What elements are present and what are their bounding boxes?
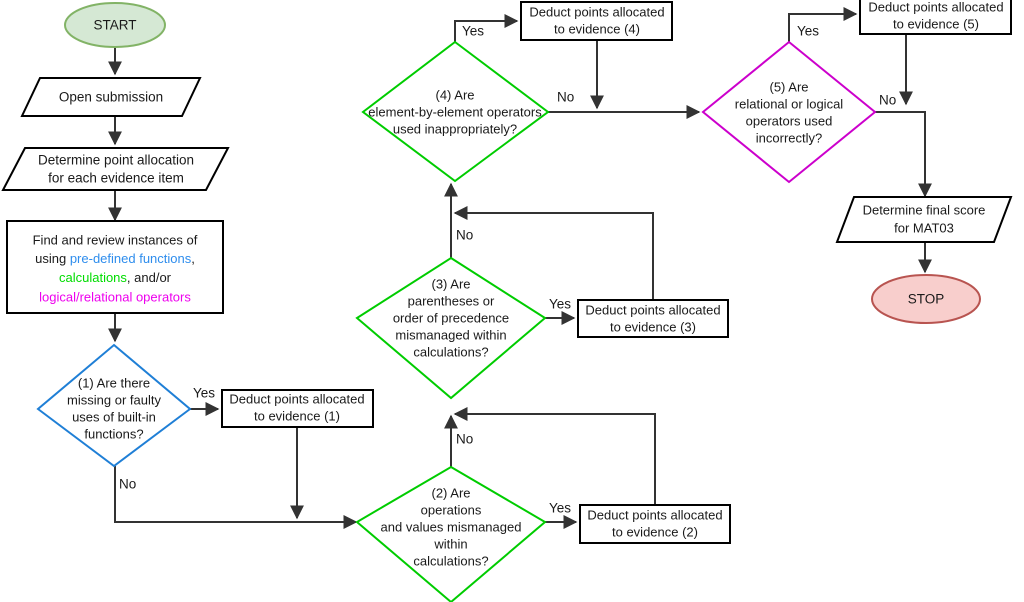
start-label: START xyxy=(93,18,136,33)
label-decision4-yes: Yes xyxy=(462,24,484,39)
decision-5-line4: incorrectly? xyxy=(756,130,822,145)
node-start[interactable]: START xyxy=(64,2,166,48)
node-decision-4[interactable]: (4) Are element-by-element operators use… xyxy=(361,40,550,183)
deduct-4-line2: to evidence (4) xyxy=(554,21,640,36)
deduct-5-line2: to evidence (5) xyxy=(893,16,979,31)
decision-3-line3: order of precedence xyxy=(393,310,509,325)
find-review-line3: calculations, and/or xyxy=(59,270,172,285)
deduct-5-line1: Deduct points allocated xyxy=(868,0,1003,14)
decision-5-line3: operators used xyxy=(746,113,833,128)
label-decision3-yes: Yes xyxy=(549,297,571,312)
decision-4-line1: (4) Are xyxy=(435,87,474,102)
find-review-line2-tail: , xyxy=(191,251,195,266)
deduct-2-line2: to evidence (2) xyxy=(612,524,698,539)
node-deduct-4[interactable]: Deduct points allocated to evidence (4) xyxy=(520,1,673,41)
find-review-keyword-operators: logical/relational operators xyxy=(39,289,191,304)
node-deduct-1[interactable]: Deduct points allocated to evidence (1) xyxy=(221,389,374,428)
node-deduct-3[interactable]: Deduct points allocated to evidence (3) xyxy=(577,299,729,338)
stop-label: STOP xyxy=(908,292,945,307)
node-open-submission[interactable]: Open submission xyxy=(20,77,202,117)
edge-decision1-no-to-decision2 xyxy=(114,466,358,529)
find-review-line1: Find and review instances of xyxy=(33,232,198,247)
decision-1-line1: (1) Are there xyxy=(78,375,150,390)
flowchart-canvas: START Open submission Determine point al… xyxy=(0,0,1024,602)
decision-1-line4: functions? xyxy=(84,426,143,441)
find-review-line2: using pre-defined functions, xyxy=(35,251,195,266)
node-decision-5[interactable]: (5) Are relational or logical operators … xyxy=(701,40,877,184)
decision-4-line2: element-by-element operators xyxy=(368,104,542,119)
decision-2-line2: operations xyxy=(421,502,482,517)
decision-3-line1: (3) Are xyxy=(431,276,470,291)
determine-points-line2: for each evidence item xyxy=(48,171,184,186)
flowchart-svg: START Open submission Determine point al… xyxy=(1,0,1013,602)
label-decision2-no: No xyxy=(456,432,473,447)
node-find-review[interactable]: Find and review instances of using pre-d… xyxy=(6,220,224,314)
node-decision-3[interactable]: (3) Are parentheses or order of preceden… xyxy=(355,256,547,400)
open-submission-label: Open submission xyxy=(59,90,163,105)
label-decision2-yes: Yes xyxy=(549,501,571,516)
decision-2-line5: calculations? xyxy=(413,553,488,568)
deduct-3-line2: to evidence (3) xyxy=(610,319,696,334)
find-review-line3-tail: , and/or xyxy=(127,270,172,285)
node-decision-1[interactable]: (1) Are there missing or faulty uses of … xyxy=(36,343,192,468)
node-deduct-2[interactable]: Deduct points allocated to evidence (2) xyxy=(579,504,731,544)
deduct-3-line1: Deduct points allocated xyxy=(585,302,720,317)
label-decision5-no: No xyxy=(879,93,896,108)
deduct-4-line1: Deduct points allocated xyxy=(529,4,664,19)
find-review-keyword-calculations: calculations xyxy=(59,270,127,285)
final-score-line2: for MAT03 xyxy=(894,220,954,235)
decision-2-line1: (2) Are xyxy=(431,485,470,500)
decision-5-line2: relational or logical xyxy=(735,96,844,111)
node-determine-points[interactable]: Determine point allocation for each evid… xyxy=(1,147,230,191)
node-deduct-5[interactable]: Deduct points allocated to evidence (5) xyxy=(859,0,1012,35)
node-stop[interactable]: STOP xyxy=(871,274,981,324)
decision-5-line1: (5) Are xyxy=(769,79,808,94)
decision-2-line4: within xyxy=(433,536,467,551)
decision-2-line3: and values mismanaged xyxy=(381,519,522,534)
node-decision-2[interactable]: (2) Are operations and values mismanaged… xyxy=(355,465,547,602)
label-decision4-no: No xyxy=(557,90,574,105)
node-final-score[interactable]: Determine final score for MAT03 xyxy=(835,196,1013,243)
decision-3-line2: parentheses or xyxy=(408,293,495,308)
label-decision1-yes: Yes xyxy=(193,386,215,401)
decision-5-diamond xyxy=(701,40,877,184)
decision-1-line2: missing or faulty xyxy=(67,392,161,407)
label-decision1-no: No xyxy=(119,477,136,492)
label-decision5-yes: Yes xyxy=(797,24,819,39)
label-decision3-no: No xyxy=(456,228,473,243)
edge-decision5-no-to-final xyxy=(875,111,932,198)
decision-3-line5: calculations? xyxy=(413,344,488,359)
decision-4-line3: used inappropriately? xyxy=(393,121,517,136)
find-review-keyword-functions: pre-defined functions xyxy=(70,251,192,266)
deduct-1-line1: Deduct points allocated xyxy=(229,391,364,406)
find-review-line2-plain: using xyxy=(35,251,70,266)
final-score-line1: Determine final score xyxy=(863,202,986,217)
decision-3-line4: mismanaged within xyxy=(395,327,506,342)
decision-1-line3: uses of built-in xyxy=(72,409,156,424)
deduct-1-line2: to evidence (1) xyxy=(254,408,340,423)
deduct-2-line1: Deduct points allocated xyxy=(587,507,722,522)
determine-points-line1: Determine point allocation xyxy=(38,153,194,168)
